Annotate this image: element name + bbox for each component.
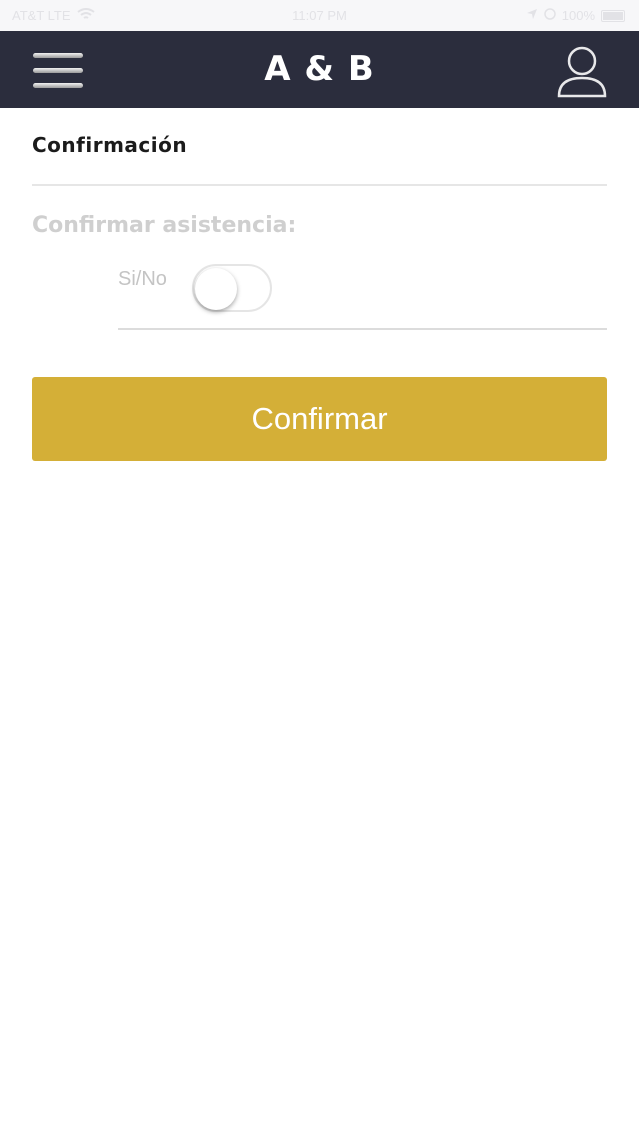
battery-percent: 100% xyxy=(561,8,595,23)
toggle-knob xyxy=(195,268,237,310)
confirm-button[interactable]: Confirmar xyxy=(32,377,607,461)
status-right: 100% xyxy=(526,8,625,23)
location-icon xyxy=(526,8,538,23)
app-title: A & B xyxy=(264,49,375,89)
attendance-toggle[interactable] xyxy=(192,264,272,312)
user-profile-icon[interactable] xyxy=(556,45,608,99)
battery-icon xyxy=(601,9,625,22)
toggle-divider xyxy=(118,328,607,330)
attendance-label: Confirmar asistencia: xyxy=(32,213,297,238)
section-title: Confirmación xyxy=(32,133,188,157)
status-bar: AT&T LTE 11:07 PM 100% xyxy=(0,0,639,31)
section-divider xyxy=(32,184,607,186)
alarm-icon xyxy=(544,8,556,23)
app-header: A & B xyxy=(0,31,639,108)
toggle-label: Si/No xyxy=(118,268,167,290)
